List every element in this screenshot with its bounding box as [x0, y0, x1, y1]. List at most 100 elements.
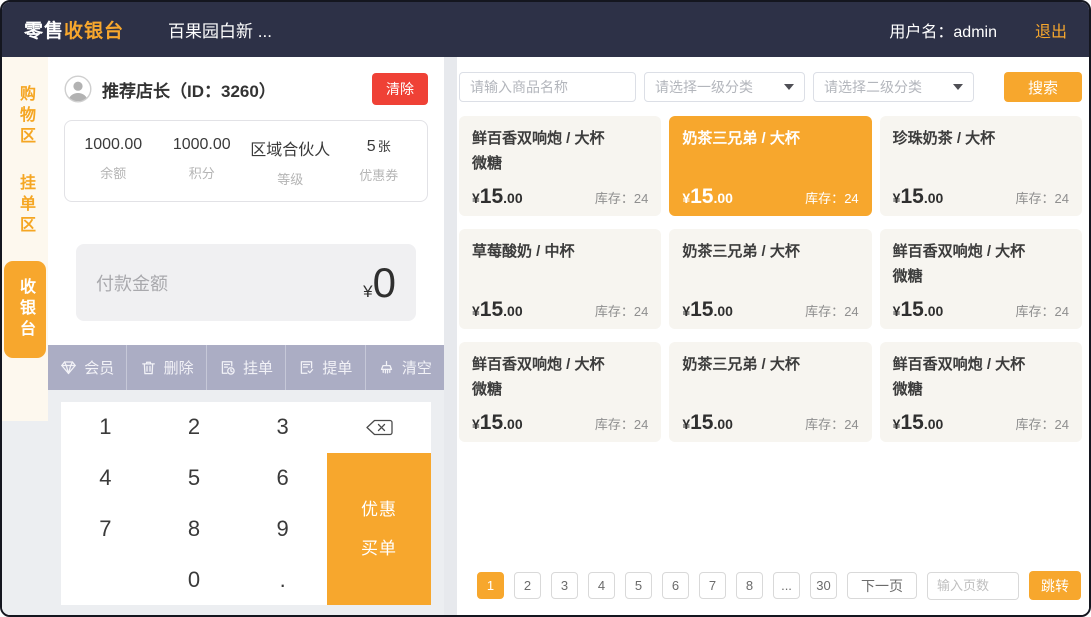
backspace-icon [364, 418, 394, 437]
stat-coupons-unit: 张 [378, 139, 391, 154]
product-name: 奶茶三兄弟 / 大杯 [682, 353, 858, 378]
numpad-backspace-key[interactable] [327, 402, 431, 453]
numpad-key-5[interactable]: 5 [150, 453, 239, 504]
product-stock: 库存：24 [805, 301, 858, 320]
store-name[interactable]: 百果园白新 ... [168, 17, 272, 42]
product-price: ¥15.00 [472, 299, 523, 320]
clear-cart-button[interactable]: 清空 [365, 345, 444, 390]
page-button-1[interactable]: 1 [477, 572, 504, 599]
product-name: 鲜百香双响炮 / 大杯 微糖 [893, 353, 1069, 403]
clear-cart-icon [378, 359, 395, 376]
product-stock: 库存：24 [1016, 301, 1069, 320]
numpad-area: 1 2 3 4 5 6 7 8 9 0 . [48, 390, 444, 615]
logout-button[interactable]: 退出 [1035, 18, 1067, 42]
page-button-7[interactable]: 7 [699, 572, 726, 599]
stat-level: 区域合伙人 等级 [246, 136, 335, 188]
product-card[interactable]: 鲜百香双响炮 / 大杯 微糖 ¥15.00 库存：24 [459, 116, 661, 216]
chevron-down-icon [784, 84, 794, 90]
product-price: ¥15.00 [682, 412, 733, 433]
category2-select-value: 请选择二级分类 [824, 77, 922, 97]
stat-balance-value: 1000.00 [69, 136, 158, 154]
product-card[interactable]: 草莓酸奶 / 中杯 ¥15.00 库存：24 [459, 229, 661, 329]
chevron-down-icon [953, 84, 963, 90]
jump-button[interactable]: 跳转 [1029, 571, 1081, 600]
product-grid: 鲜百香双响炮 / 大杯 微糖 ¥15.00 库存：24 奶茶三兄弟 / 大杯 ¥… [459, 116, 1082, 442]
action-button-bar: 会员 删除 挂单 [48, 345, 444, 390]
product-card[interactable]: 奶茶三兄弟 / 大杯 ¥15.00 库存：24 [669, 229, 871, 329]
page-button-6[interactable]: 6 [662, 572, 689, 599]
username-label: 用户名：admin [889, 18, 997, 42]
hold-order-button[interactable]: 挂单 [206, 345, 285, 390]
category1-select-value: 请选择一级分类 [655, 77, 753, 97]
hold-order-button-label: 挂单 [243, 357, 273, 378]
next-page-button[interactable]: 下一页 [847, 572, 917, 599]
numpad-key-1[interactable]: 1 [61, 402, 150, 453]
product-price: ¥15.00 [893, 299, 944, 320]
product-name: 鲜百香双响炮 / 大杯 微糖 [893, 240, 1069, 290]
stat-points: 1000.00 积分 [158, 136, 247, 188]
product-card[interactable]: 奶茶三兄弟 / 大杯 ¥15.00 库存：24 [669, 342, 871, 442]
cashier-panel: 推荐店长（ID：3260） 清除 1000.00 余额 1000.00 积分 区… [48, 57, 444, 615]
page-button-3[interactable]: 3 [551, 572, 578, 599]
product-name: 鲜百香双响炮 / 大杯 微糖 [472, 353, 648, 403]
product-panel: 请选择一级分类 请选择二级分类 搜索 鲜百香双响炮 / 大杯 微糖 ¥15.00… [457, 57, 1089, 615]
product-card[interactable]: 奶茶三兄弟 / 大杯 ¥15.00 库存：24 [669, 116, 871, 216]
product-name: 草莓酸奶 / 中杯 [472, 240, 648, 265]
product-card[interactable]: 鲜百香双响炮 / 大杯 微糖 ¥15.00 库存：24 [459, 342, 661, 442]
product-price: ¥15.00 [472, 412, 523, 433]
product-card[interactable]: 珍珠奶茶 / 大杯 ¥15.00 库存：24 [880, 116, 1082, 216]
member-button[interactable]: 会员 [48, 345, 126, 390]
numpad-key-2[interactable]: 2 [150, 402, 239, 453]
clear-member-button[interactable]: 清除 [372, 73, 428, 105]
product-stock: 库存：24 [805, 414, 858, 433]
product-stock: 库存：24 [595, 188, 648, 207]
page-number-input[interactable] [927, 572, 1019, 600]
member-icon [60, 359, 77, 376]
hold-order-icon [219, 359, 236, 376]
member-button-label: 会员 [84, 357, 114, 378]
discount-pay-button[interactable]: 优惠 买单 [327, 453, 431, 605]
sidebar-tab-shopping-area[interactable]: 购物区 [17, 85, 33, 148]
numpad-key-dot[interactable]: . [238, 554, 327, 605]
member-avatar-icon [64, 75, 92, 103]
retrieve-order-button[interactable]: 提单 [285, 345, 364, 390]
stat-coupons-value: 5 [367, 138, 376, 155]
panel-divider [444, 57, 457, 615]
search-button[interactable]: 搜索 [1004, 72, 1082, 102]
sidebar-tabs: 购物区 挂单区 收银台 [2, 57, 48, 421]
stat-points-value: 1000.00 [158, 136, 247, 154]
retrieve-order-button-label: 提单 [322, 357, 352, 378]
numpad-key-8[interactable]: 8 [150, 504, 239, 555]
page-button-30[interactable]: 30 [810, 572, 837, 599]
numpad-key-7[interactable]: 7 [61, 504, 150, 555]
product-card[interactable]: 鲜百香双响炮 / 大杯 微糖 ¥15.00 库存：24 [880, 342, 1082, 442]
page-button-5[interactable]: 5 [625, 572, 652, 599]
sidebar-tab-cashier[interactable]: 收银台 [4, 261, 46, 358]
delete-button[interactable]: 删除 [126, 345, 205, 390]
page-ellipsis[interactable]: ... [773, 572, 800, 599]
page-button-4[interactable]: 4 [588, 572, 615, 599]
stat-coupons-label: 优惠券 [335, 165, 424, 184]
product-price: ¥15.00 [893, 412, 944, 433]
page-button-8[interactable]: 8 [736, 572, 763, 599]
numpad-key-4[interactable]: 4 [61, 453, 150, 504]
member-stats-card: 1000.00 余额 1000.00 积分 区域合伙人 等级 5张 优惠券 [64, 120, 428, 202]
numpad-key-0[interactable]: 0 [150, 554, 239, 605]
top-header-bar: 零售收银台 百果园白新 ... 用户名：admin 退出 [2, 2, 1089, 57]
payment-amount-field[interactable]: 付款金额 ¥ 0 [76, 244, 416, 321]
product-card[interactable]: 鲜百香双响炮 / 大杯 微糖 ¥15.00 库存：24 [880, 229, 1082, 329]
payment-currency: ¥ [363, 282, 372, 302]
product-price: ¥15.00 [682, 299, 733, 320]
delete-button-label: 删除 [164, 357, 194, 378]
numpad-key-6[interactable]: 6 [238, 453, 327, 504]
sidebar-tab-held-orders[interactable]: 挂单区 [17, 174, 33, 237]
category2-select[interactable]: 请选择二级分类 [813, 72, 974, 102]
numpad-key-9[interactable]: 9 [238, 504, 327, 555]
page-button-2[interactable]: 2 [514, 572, 541, 599]
member-info-row: 推荐店长（ID：3260） 清除 [64, 73, 428, 105]
payment-placeholder: 付款金额 [96, 270, 168, 296]
numpad-key-3[interactable]: 3 [238, 402, 327, 453]
category1-select[interactable]: 请选择一级分类 [644, 72, 805, 102]
stat-balance-label: 余额 [69, 163, 158, 182]
product-name-input[interactable] [459, 72, 636, 102]
